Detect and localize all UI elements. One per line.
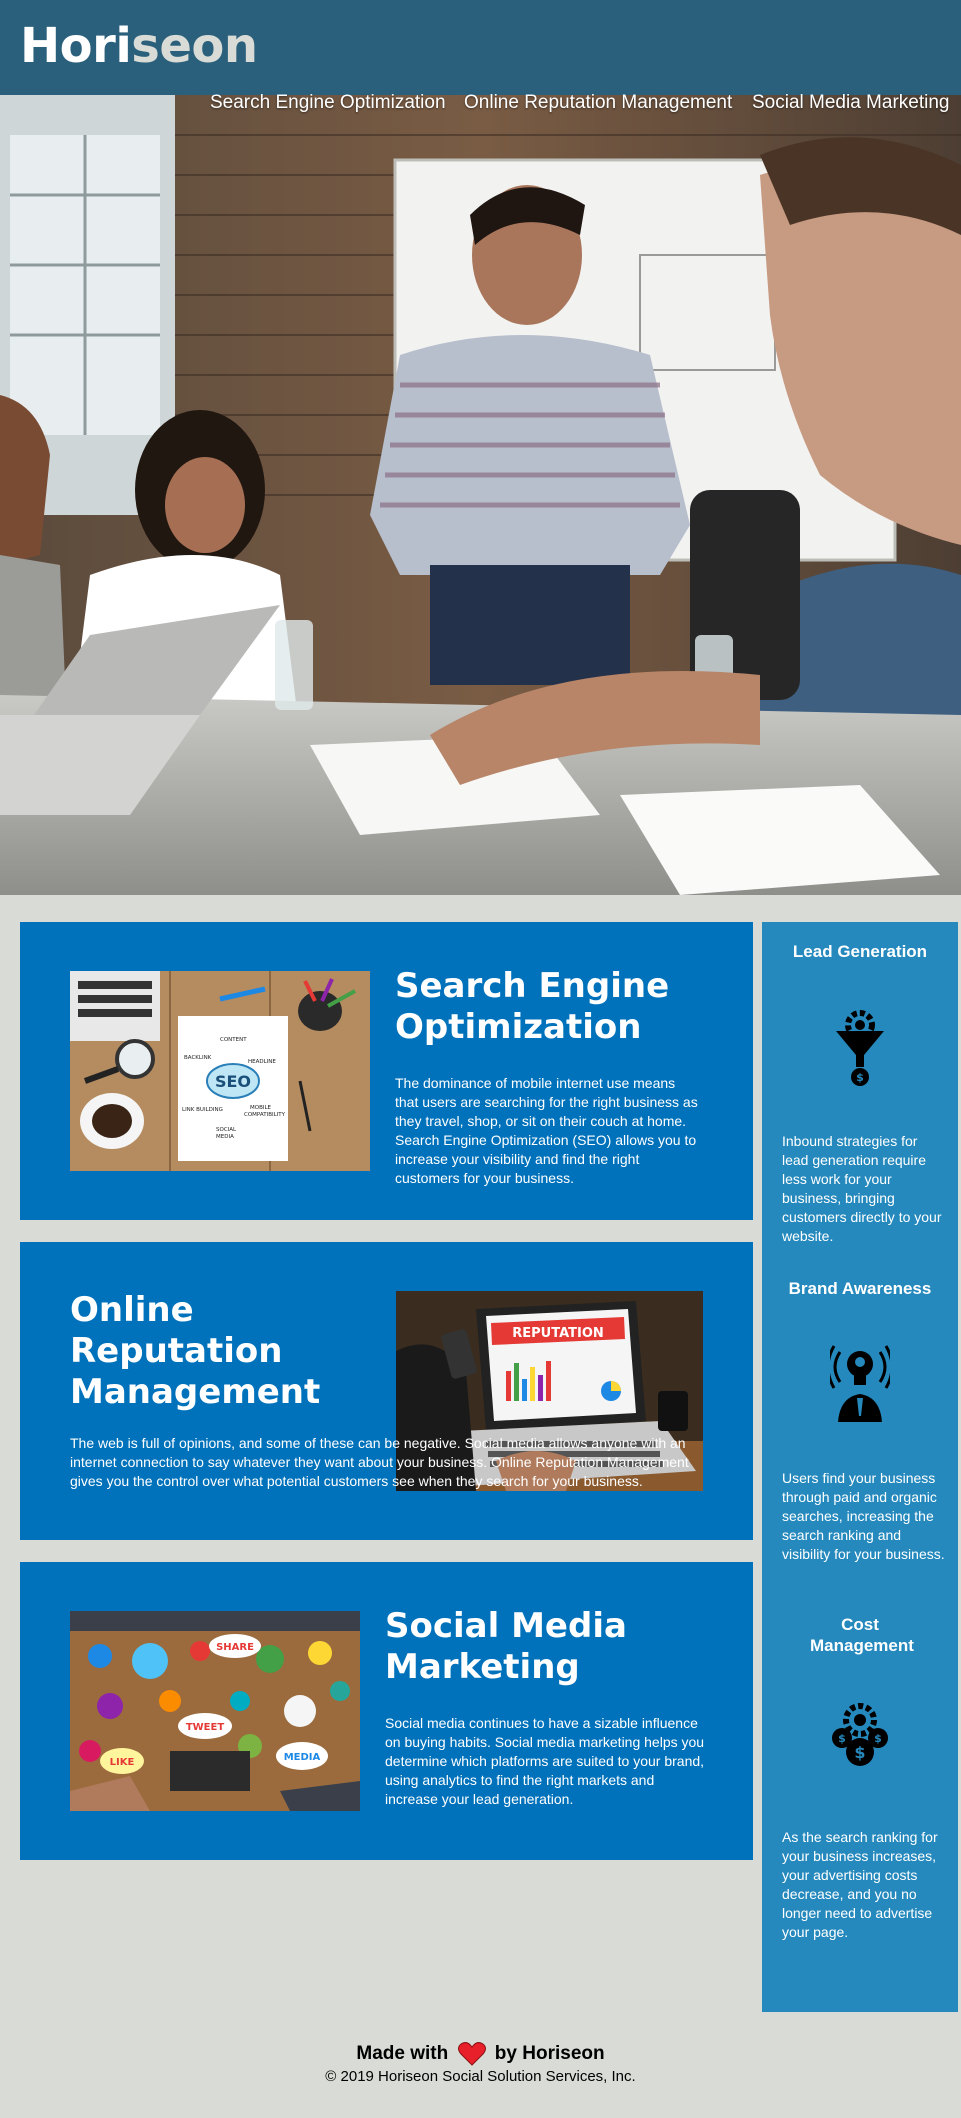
nav-link-seo[interactable]: Search Engine Optimization	[210, 92, 446, 114]
site-header: Horiseon	[0, 0, 961, 95]
logo-main: Hori	[20, 18, 132, 74]
seo-text: The dominance of mobile internet use mea…	[395, 1075, 698, 1186]
social-media-section: SHARE TWEET LIKE MEDIA Social Media Mark…	[20, 1562, 753, 1860]
lead-funnel-icon: $	[830, 1009, 890, 1089]
social-image-bubble: TWEET	[186, 1722, 225, 1733]
nav-link-social-media[interactable]: Social Media Marketing	[752, 92, 949, 114]
heart-icon	[457, 2042, 486, 2066]
svg-text:$: $	[856, 1071, 864, 1084]
reputation-text: The web is full of opinions, and some of…	[70, 1435, 689, 1489]
reputation-title: Online Reputation Management	[70, 1290, 321, 1412]
lightbulb-head-icon	[826, 1342, 894, 1422]
social-image-bubble: MEDIA	[284, 1752, 321, 1763]
social-media-text: Social media continues to have a sizable…	[385, 1715, 705, 1807]
reputation-image-banner: REPUTATION	[512, 1326, 604, 1341]
seo-title: Search Engine Optimization	[395, 966, 670, 1047]
logo-accent: seon	[131, 18, 258, 74]
footer-made-prefix: Made with	[356, 2043, 449, 2064]
seo-image: SEO CONTENT BACKLINK HEADLINE LINK BUILD…	[70, 971, 370, 1171]
seo-image-label: COMPATIBILITY	[244, 1112, 286, 1118]
benefit-cost-text: As the search ranking for your business …	[782, 1829, 938, 1940]
benefit-lead-text: Inbound strategies for lead generation r…	[782, 1133, 942, 1244]
seo-image-label: SOCIAL	[216, 1127, 237, 1133]
hero-image	[0, 95, 961, 895]
benefit-cost-title: Cost Management	[810, 1615, 914, 1655]
site-footer: Made with by Horiseon © 2019 Horiseon So…	[0, 2040, 961, 2086]
svg-text:$: $	[838, 1732, 846, 1745]
social-image-bubble: LIKE	[110, 1757, 135, 1768]
seo-image-label: MEDIA	[216, 1134, 234, 1140]
svg-text:$: $	[854, 1743, 865, 1762]
seo-image-label: HEADLINE	[248, 1059, 276, 1065]
coins-gear-icon: $ $ $	[830, 1702, 890, 1782]
seo-image-label: CONTENT	[220, 1037, 247, 1043]
footer-made-suffix: by Horiseon	[494, 2043, 605, 2064]
social-image-bubble: SHARE	[216, 1642, 254, 1653]
reputation-section: Online Reputation Management REPUTATION …	[20, 1242, 753, 1540]
benefit-lead-title: Lead Generation	[792, 942, 928, 961]
hero-photo	[0, 95, 961, 895]
svg-text:$: $	[874, 1732, 882, 1745]
seo-section: SEO CONTENT BACKLINK HEADLINE LINK BUILD…	[20, 922, 753, 1220]
seo-image-label: MOBILE	[250, 1105, 272, 1111]
benefit-brand-title: Brand Awareness	[788, 1279, 932, 1298]
social-media-image: SHARE TWEET LIKE MEDIA	[70, 1611, 360, 1811]
seo-image-label: LINK BUILDING	[182, 1107, 223, 1113]
social-media-title: Social Media Marketing	[385, 1606, 627, 1687]
footer-made-with: Made with by Horiseon	[0, 2040, 961, 2068]
benefits-sidebar: Lead Generation $ Inbound strategies for…	[762, 922, 958, 2012]
seo-image-bubble: SEO	[215, 1072, 251, 1091]
footer-copyright: © 2019 Horiseon Social Solution Services…	[325, 2068, 636, 2085]
site-logo[interactable]: Horiseon	[20, 18, 258, 74]
seo-image-label: BACKLINK	[184, 1055, 212, 1061]
benefit-brand-text: Users find your business through paid an…	[782, 1470, 945, 1562]
nav-link-reputation[interactable]: Online Reputation Management	[464, 92, 732, 114]
